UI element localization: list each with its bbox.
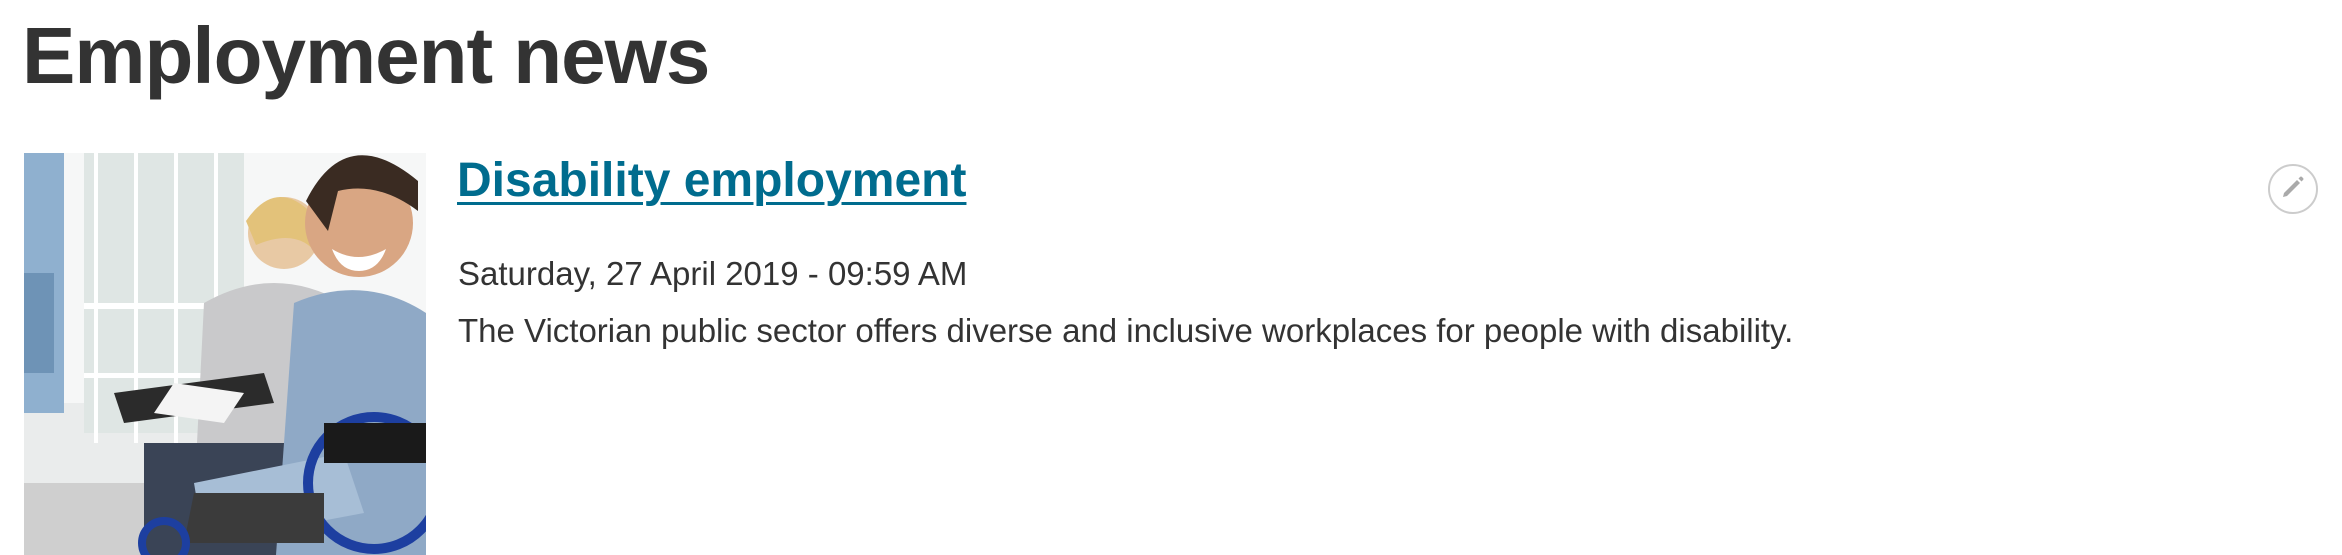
news-item-date: Saturday, 27 April 2019 - 09:59 AM bbox=[458, 255, 968, 292]
news-item-title: Disability employment bbox=[457, 152, 966, 210]
news-item-summary: The Victorian public sector offers diver… bbox=[458, 312, 1794, 349]
news-item-image[interactable] bbox=[24, 153, 426, 555]
news-thumbnail-photo bbox=[24, 153, 426, 555]
news-item-title-link[interactable]: Disability employment bbox=[457, 154, 966, 207]
pencil-icon bbox=[2279, 173, 2307, 206]
edit-button[interactable] bbox=[2268, 164, 2318, 214]
news-item: Disability employment Saturday, 27 April… bbox=[0, 0, 2342, 555]
